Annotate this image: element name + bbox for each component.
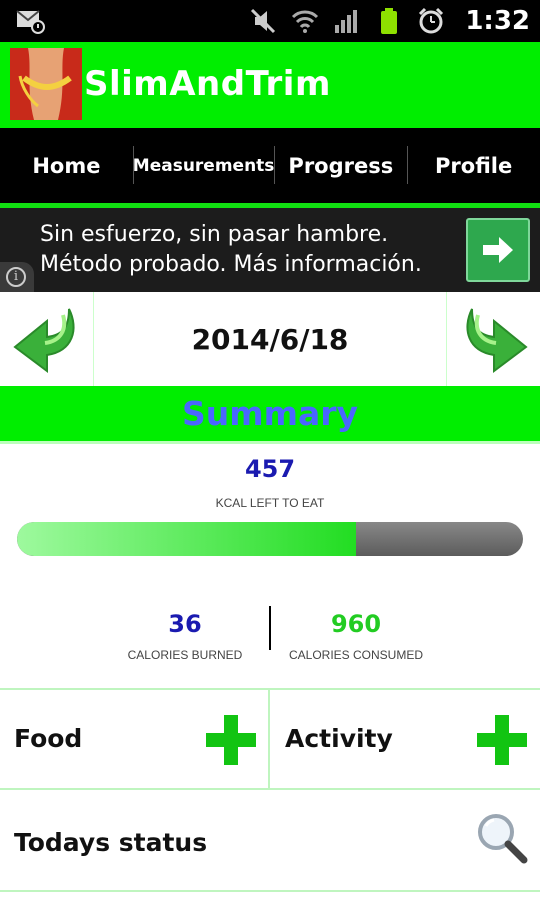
todays-status-label: Todays status <box>14 828 208 857</box>
wifi-icon <box>292 10 319 33</box>
tab-home[interactable]: Home <box>0 128 133 203</box>
calories-consumed-label: CALORIES CONSUMED <box>288 648 424 662</box>
waist-measuring-tape-logo <box>10 48 82 120</box>
current-date: 2014/6/18 <box>191 322 349 356</box>
mute-icon <box>251 8 276 34</box>
add-food-button[interactable] <box>206 715 256 765</box>
arrow-right-icon <box>483 237 513 263</box>
todays-status-row[interactable]: Todays status <box>0 790 540 890</box>
app-title: SlimAndTrim <box>84 64 331 104</box>
calories-consumed-stat: 960 CALORIES CONSUMED <box>256 610 456 662</box>
signal-icon <box>335 10 358 33</box>
activity-label: Activity <box>285 724 393 753</box>
tab-profile[interactable]: Profile <box>407 128 540 203</box>
previous-day-button[interactable] <box>0 292 94 386</box>
app-header: SlimAndTrim <box>0 42 540 128</box>
kcal-left-label: KCAL LEFT TO EAT <box>215 496 325 510</box>
arrow-back-icon <box>12 308 75 373</box>
battery-icon <box>381 8 398 34</box>
tab-progress[interactable]: Progress <box>274 128 407 203</box>
magnifier-icon[interactable] <box>474 810 530 866</box>
calorie-progress-fill <box>17 522 357 556</box>
ad-banner[interactable]: Sin esfuerzo, sin pasar hambre. Método p… <box>0 208 540 292</box>
ad-text: Sin esfuerzo, sin pasar hambre. Método p… <box>40 220 422 280</box>
activity-row[interactable]: Activity <box>271 690 540 788</box>
info-icon: i <box>6 267 26 287</box>
ad-info-button[interactable]: i <box>0 262 34 292</box>
food-label: Food <box>14 724 83 753</box>
ad-line-1: Sin esfuerzo, sin pasar hambre. <box>40 222 389 247</box>
email-notification-icon <box>16 10 45 34</box>
date-navigator: 2014/6/18 <box>0 292 540 386</box>
calorie-progress-bar <box>17 522 523 556</box>
summary-header: Summary <box>0 386 540 444</box>
status-bar: 1:32 <box>0 0 540 42</box>
calories-burned-value: 36 <box>168 610 202 638</box>
alarm-icon <box>419 7 444 34</box>
ad-line-2: Método probado. Más información. <box>40 252 422 277</box>
tab-bar: Home Measurements Progress Profile <box>0 128 540 208</box>
food-row[interactable]: Food <box>0 690 270 788</box>
calories-burned-stat: 36 CALORIES BURNED <box>85 610 285 662</box>
calories-consumed-value: 960 <box>330 610 382 638</box>
tab-measurements[interactable]: Measurements <box>132 128 274 203</box>
ad-open-button[interactable] <box>466 218 530 282</box>
calories-burned-label: CALORIES BURNED <box>127 648 243 662</box>
arrow-forward-icon <box>465 308 528 373</box>
next-day-button[interactable] <box>446 292 540 386</box>
add-activity-button[interactable] <box>477 715 527 765</box>
clock: 1:32 <box>465 6 530 36</box>
summary-title: Summary <box>181 394 359 433</box>
divider <box>0 890 540 892</box>
kcal-left-value: 457 <box>244 455 296 483</box>
